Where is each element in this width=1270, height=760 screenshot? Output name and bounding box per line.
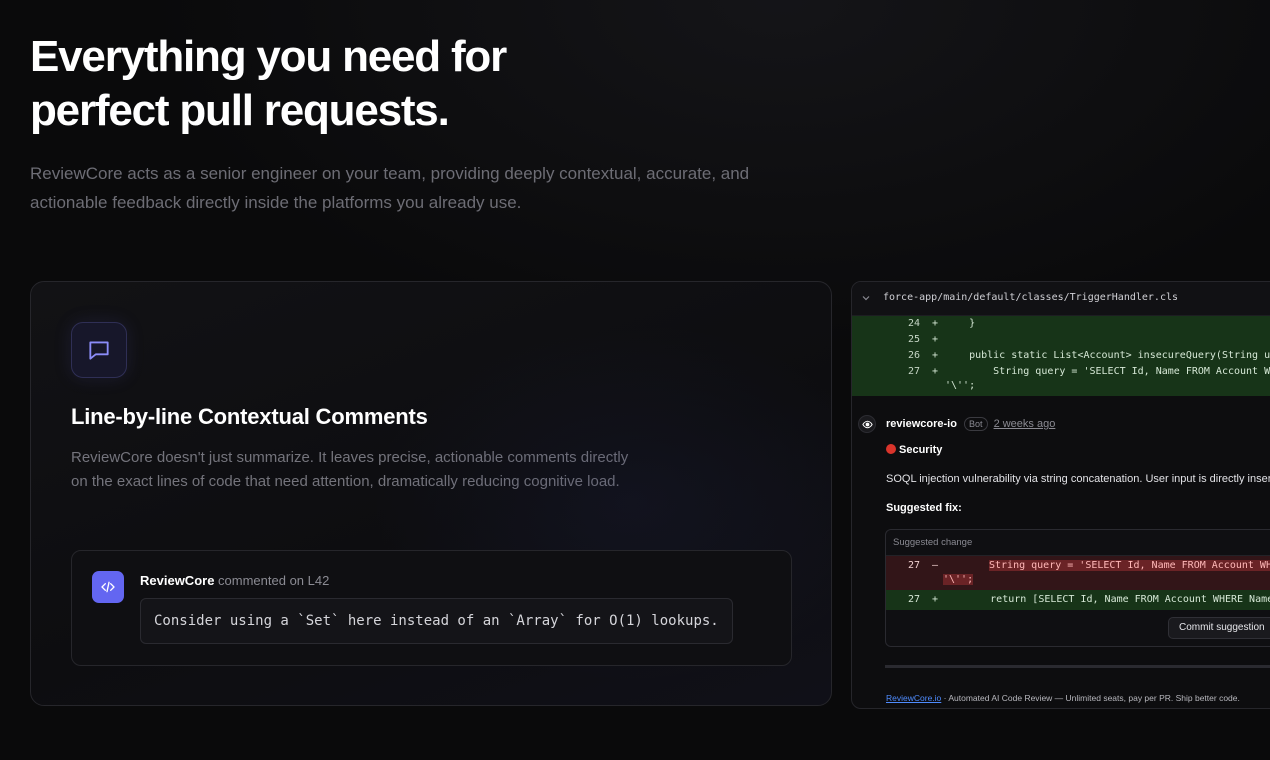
bot-badge: Bot: [963, 417, 988, 431]
diff-sign: +: [932, 350, 939, 361]
diff-line: 24 + }: [852, 318, 1270, 334]
feature-description: ReviewCore doesn't just summarize. It le…: [71, 449, 629, 490]
code-icon: [92, 571, 124, 603]
issue-description: SOQL injection vulnerability via string …: [886, 473, 1270, 485]
suggested-change-header: Suggested change: [886, 530, 1270, 556]
comment-author: ReviewCore: [140, 573, 215, 588]
comment-body: Consider using a `Set` here instead of a…: [140, 598, 733, 644]
line-number: 27: [907, 594, 920, 605]
hero-title-line-1: Everything you need for: [30, 32, 507, 81]
footer-text: · Automated AI Code Review — Unlimited s…: [941, 693, 1240, 703]
security-label: Security: [886, 444, 942, 456]
line-number: 26: [907, 350, 920, 361]
line-number: 24: [907, 318, 920, 329]
hero-subtitle: ReviewCore acts as a senior engineer on …: [30, 164, 750, 212]
diff-sign: +: [932, 318, 939, 329]
pr-review-panel: force-app/main/default/classes/TriggerHa…: [851, 281, 1270, 709]
added-code: return [SELECT Id, Name FROM Account WHE…: [990, 594, 1270, 605]
footer: ReviewCore.io · Automated AI Code Review…: [886, 693, 1240, 703]
suggested-fix-label: Suggested fix:: [886, 502, 962, 514]
suggestion-added-line: 27 + return [SELECT Id, Name FROM Accoun…: [886, 590, 1270, 610]
hero-title: Everything you need for perfect pull req…: [30, 30, 730, 138]
eye-icon: [858, 415, 876, 433]
feature-title: Line-by-line Contextual Comments: [71, 404, 428, 429]
diff-line: 25 +: [852, 334, 1270, 350]
review-username[interactable]: reviewcore-io: [886, 418, 957, 430]
code-text: public static List<Account> insecureQuer…: [969, 350, 1270, 361]
line-number: 27: [907, 560, 920, 571]
review-timestamp[interactable]: 2 weeks ago: [994, 418, 1056, 430]
footer-link[interactable]: ReviewCore.io: [886, 693, 941, 703]
diff-line: 26 + public static List<Account> insecur…: [852, 350, 1270, 366]
red-circle-icon: [886, 444, 896, 454]
suggestion-deleted-line: 27 – String query = 'SELECT Id, Name FRO…: [886, 556, 1270, 590]
review-header: reviewcore-io Bot 2 weeks ago: [886, 417, 1055, 431]
message-square-icon: [71, 322, 127, 378]
diff-sign: –: [932, 560, 939, 571]
code-text: }: [945, 318, 976, 329]
divider: [885, 665, 1270, 668]
diff-sign: +: [932, 366, 939, 377]
line-number: 25: [907, 334, 920, 345]
comment-location: commented on L42: [218, 573, 330, 588]
hero-title-line-2: perfect pull requests.: [30, 86, 450, 135]
comment-meta: ReviewCore commented on L42: [140, 573, 329, 588]
file-path: force-app/main/default/classes/TriggerHa…: [883, 292, 1179, 303]
suggested-change-box: Suggested change 27 – String query = 'SE…: [885, 529, 1270, 647]
deleted-code: String query = 'SELECT Id, Name FROM Acc…: [989, 560, 1270, 571]
diff-sign: +: [932, 594, 939, 605]
line-number: 27: [907, 366, 920, 377]
diff-added-block: 24 + } 25 + 26 + public static List<Acco…: [852, 316, 1270, 396]
code-text: String query = 'SELECT Id, Name FROM Acc…: [993, 366, 1270, 377]
deleted-code-continued: '\'';: [943, 574, 974, 585]
file-header[interactable]: force-app/main/default/classes/TriggerHa…: [852, 282, 1270, 316]
commit-suggestion-button[interactable]: Commit suggestion: [1168, 617, 1270, 639]
security-category: Security: [899, 444, 943, 456]
code-text: '\'';: [945, 380, 976, 391]
diff-line: '\'';: [852, 380, 1270, 396]
diff-sign: +: [932, 334, 939, 345]
chevron-down-icon[interactable]: [861, 293, 871, 303]
feature-card: Line-by-line Contextual Comments ReviewC…: [30, 281, 832, 706]
comment-preview: ReviewCore commented on L42 Consider usi…: [71, 550, 792, 666]
